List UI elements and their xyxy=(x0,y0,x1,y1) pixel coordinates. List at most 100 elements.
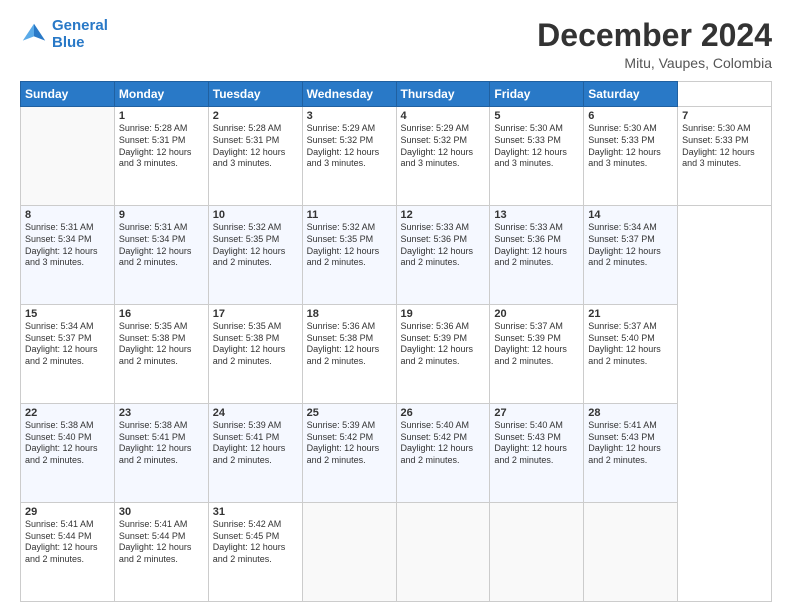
day-number: 10 xyxy=(213,209,298,221)
day-info: Sunrise: 5:41 AMSunset: 5:44 PMDaylight:… xyxy=(25,519,98,564)
day-info: Sunrise: 5:28 AMSunset: 5:31 PMDaylight:… xyxy=(119,123,192,168)
day-number: 25 xyxy=(307,407,392,419)
day-info: Sunrise: 5:29 AMSunset: 5:32 PMDaylight:… xyxy=(307,123,380,168)
day-number: 19 xyxy=(401,308,486,320)
day-info: Sunrise: 5:42 AMSunset: 5:45 PMDaylight:… xyxy=(213,519,286,564)
calendar-header-saturday: Saturday xyxy=(584,82,678,107)
empty-cell xyxy=(584,503,678,602)
day-info: Sunrise: 5:35 AMSunset: 5:38 PMDaylight:… xyxy=(213,321,286,366)
calendar-header-row: SundayMondayTuesdayWednesdayThursdayFrid… xyxy=(21,82,772,107)
empty-cell xyxy=(490,503,584,602)
day-info: Sunrise: 5:28 AMSunset: 5:31 PMDaylight:… xyxy=(213,123,286,168)
calendar-header-thursday: Thursday xyxy=(396,82,490,107)
day-cell-18: 18 Sunrise: 5:36 AMSunset: 5:38 PMDaylig… xyxy=(302,305,396,404)
day-info: Sunrise: 5:39 AMSunset: 5:42 PMDaylight:… xyxy=(307,420,380,465)
day-info: Sunrise: 5:31 AMSunset: 5:34 PMDaylight:… xyxy=(25,222,98,267)
calendar-header-wednesday: Wednesday xyxy=(302,82,396,107)
day-cell-25: 25 Sunrise: 5:39 AMSunset: 5:42 PMDaylig… xyxy=(302,404,396,503)
day-number: 12 xyxy=(401,209,486,221)
day-number: 11 xyxy=(307,209,392,221)
location-subtitle: Mitu, Vaupes, Colombia xyxy=(537,55,772,71)
day-cell-9: 9 Sunrise: 5:31 AMSunset: 5:34 PMDayligh… xyxy=(114,206,208,305)
day-cell-26: 26 Sunrise: 5:40 AMSunset: 5:42 PMDaylig… xyxy=(396,404,490,503)
day-cell-23: 23 Sunrise: 5:38 AMSunset: 5:41 PMDaylig… xyxy=(114,404,208,503)
day-cell-1: 1 Sunrise: 5:28 AMSunset: 5:31 PMDayligh… xyxy=(114,107,208,206)
day-number: 16 xyxy=(119,308,204,320)
day-cell-22: 22 Sunrise: 5:38 AMSunset: 5:40 PMDaylig… xyxy=(21,404,115,503)
day-number: 2 xyxy=(213,110,298,122)
day-number: 5 xyxy=(494,110,579,122)
day-info: Sunrise: 5:36 AMSunset: 5:39 PMDaylight:… xyxy=(401,321,474,366)
day-info: Sunrise: 5:30 AMSunset: 5:33 PMDaylight:… xyxy=(494,123,567,168)
day-info: Sunrise: 5:35 AMSunset: 5:38 PMDaylight:… xyxy=(119,321,192,366)
day-cell-12: 12 Sunrise: 5:33 AMSunset: 5:36 PMDaylig… xyxy=(396,206,490,305)
day-number: 24 xyxy=(213,407,298,419)
day-cell-20: 20 Sunrise: 5:37 AMSunset: 5:39 PMDaylig… xyxy=(490,305,584,404)
header: General Blue December 2024 Mitu, Vaupes,… xyxy=(20,18,772,71)
day-cell-27: 27 Sunrise: 5:40 AMSunset: 5:43 PMDaylig… xyxy=(490,404,584,503)
day-info: Sunrise: 5:39 AMSunset: 5:41 PMDaylight:… xyxy=(213,420,286,465)
day-number: 29 xyxy=(25,506,110,518)
day-cell-15: 15 Sunrise: 5:34 AMSunset: 5:37 PMDaylig… xyxy=(21,305,115,404)
page: General Blue December 2024 Mitu, Vaupes,… xyxy=(0,0,792,612)
day-cell-14: 14 Sunrise: 5:34 AMSunset: 5:37 PMDaylig… xyxy=(584,206,678,305)
day-number: 26 xyxy=(401,407,486,419)
week-row-1: 1 Sunrise: 5:28 AMSunset: 5:31 PMDayligh… xyxy=(21,107,772,206)
day-number: 21 xyxy=(588,308,673,320)
day-cell-31: 31 Sunrise: 5:42 AMSunset: 5:45 PMDaylig… xyxy=(208,503,302,602)
day-info: Sunrise: 5:40 AMSunset: 5:43 PMDaylight:… xyxy=(494,420,567,465)
day-cell-29: 29 Sunrise: 5:41 AMSunset: 5:44 PMDaylig… xyxy=(21,503,115,602)
empty-cell xyxy=(302,503,396,602)
day-cell-30: 30 Sunrise: 5:41 AMSunset: 5:44 PMDaylig… xyxy=(114,503,208,602)
day-number: 31 xyxy=(213,506,298,518)
day-number: 7 xyxy=(682,110,767,122)
day-cell-17: 17 Sunrise: 5:35 AMSunset: 5:38 PMDaylig… xyxy=(208,305,302,404)
title-block: December 2024 Mitu, Vaupes, Colombia xyxy=(537,18,772,71)
day-cell-8: 8 Sunrise: 5:31 AMSunset: 5:34 PMDayligh… xyxy=(21,206,115,305)
day-cell-11: 11 Sunrise: 5:32 AMSunset: 5:35 PMDaylig… xyxy=(302,206,396,305)
day-info: Sunrise: 5:38 AMSunset: 5:41 PMDaylight:… xyxy=(119,420,192,465)
week-row-2: 8 Sunrise: 5:31 AMSunset: 5:34 PMDayligh… xyxy=(21,206,772,305)
day-number: 15 xyxy=(25,308,110,320)
day-info: Sunrise: 5:41 AMSunset: 5:43 PMDaylight:… xyxy=(588,420,661,465)
day-number: 30 xyxy=(119,506,204,518)
month-title: December 2024 xyxy=(537,18,772,53)
day-cell-24: 24 Sunrise: 5:39 AMSunset: 5:41 PMDaylig… xyxy=(208,404,302,503)
day-info: Sunrise: 5:34 AMSunset: 5:37 PMDaylight:… xyxy=(588,222,661,267)
day-info: Sunrise: 5:34 AMSunset: 5:37 PMDaylight:… xyxy=(25,321,98,366)
calendar-body: 1 Sunrise: 5:28 AMSunset: 5:31 PMDayligh… xyxy=(21,107,772,602)
day-info: Sunrise: 5:40 AMSunset: 5:42 PMDaylight:… xyxy=(401,420,474,465)
day-number: 27 xyxy=(494,407,579,419)
day-number: 20 xyxy=(494,308,579,320)
day-cell-3: 3 Sunrise: 5:29 AMSunset: 5:32 PMDayligh… xyxy=(302,107,396,206)
day-number: 8 xyxy=(25,209,110,221)
day-info: Sunrise: 5:30 AMSunset: 5:33 PMDaylight:… xyxy=(682,123,755,168)
day-info: Sunrise: 5:31 AMSunset: 5:34 PMDaylight:… xyxy=(119,222,192,267)
day-number: 23 xyxy=(119,407,204,419)
day-info: Sunrise: 5:36 AMSunset: 5:38 PMDaylight:… xyxy=(307,321,380,366)
day-cell-5: 5 Sunrise: 5:30 AMSunset: 5:33 PMDayligh… xyxy=(490,107,584,206)
logo-icon xyxy=(20,21,48,49)
day-cell-16: 16 Sunrise: 5:35 AMSunset: 5:38 PMDaylig… xyxy=(114,305,208,404)
day-info: Sunrise: 5:30 AMSunset: 5:33 PMDaylight:… xyxy=(588,123,661,168)
day-info: Sunrise: 5:32 AMSunset: 5:35 PMDaylight:… xyxy=(213,222,286,267)
day-number: 14 xyxy=(588,209,673,221)
logo-text: General Blue xyxy=(52,18,108,51)
day-cell-6: 6 Sunrise: 5:30 AMSunset: 5:33 PMDayligh… xyxy=(584,107,678,206)
calendar-header-monday: Monday xyxy=(114,82,208,107)
day-number: 4 xyxy=(401,110,486,122)
day-cell-2: 2 Sunrise: 5:28 AMSunset: 5:31 PMDayligh… xyxy=(208,107,302,206)
day-number: 28 xyxy=(588,407,673,419)
calendar-header-sunday: Sunday xyxy=(21,82,115,107)
day-number: 6 xyxy=(588,110,673,122)
day-cell-13: 13 Sunrise: 5:33 AMSunset: 5:36 PMDaylig… xyxy=(490,206,584,305)
calendar-header-friday: Friday xyxy=(490,82,584,107)
day-cell-7: 7 Sunrise: 5:30 AMSunset: 5:33 PMDayligh… xyxy=(678,107,772,206)
day-cell-4: 4 Sunrise: 5:29 AMSunset: 5:32 PMDayligh… xyxy=(396,107,490,206)
empty-cell xyxy=(21,107,115,206)
day-info: Sunrise: 5:33 AMSunset: 5:36 PMDaylight:… xyxy=(401,222,474,267)
week-row-4: 22 Sunrise: 5:38 AMSunset: 5:40 PMDaylig… xyxy=(21,404,772,503)
day-number: 22 xyxy=(25,407,110,419)
day-info: Sunrise: 5:33 AMSunset: 5:36 PMDaylight:… xyxy=(494,222,567,267)
empty-cell xyxy=(396,503,490,602)
